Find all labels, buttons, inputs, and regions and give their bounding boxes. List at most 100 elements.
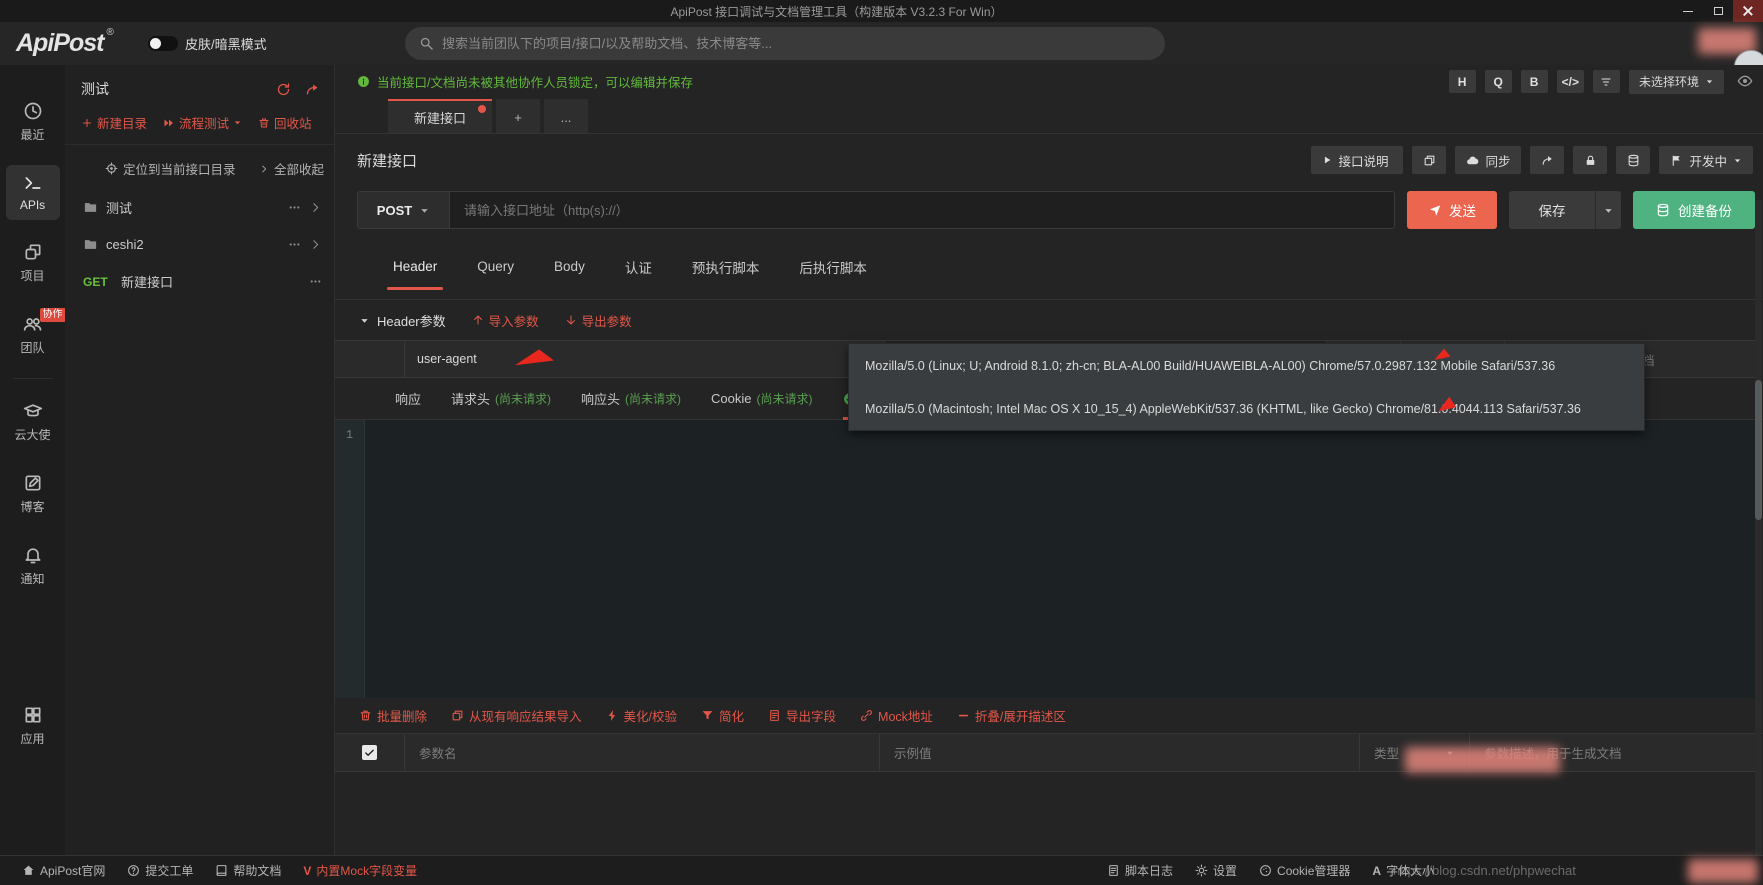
create-backup-button[interactable]: 创建备份	[1633, 191, 1755, 229]
funnel-icon	[701, 709, 714, 722]
maximize-button[interactable]	[1703, 0, 1733, 22]
save-caret-button[interactable]	[1595, 191, 1621, 229]
mock-url-button[interactable]: Mock地址	[860, 706, 933, 725]
lock-button[interactable]	[1573, 146, 1607, 174]
tab-auth[interactable]: 认证	[623, 233, 654, 301]
main-scrollbar-track[interactable]	[1755, 200, 1762, 855]
toggle-icon	[148, 36, 178, 51]
code-button[interactable]: </>	[1557, 70, 1584, 93]
sidebar-item-team[interactable]: 协作 团队	[6, 306, 60, 364]
col-example-value[interactable]: 示例值	[880, 734, 1360, 771]
mock-variables-link[interactable]: V 内置Mock字段变量	[303, 862, 417, 879]
sidebar-item-apps[interactable]: 应用	[6, 697, 60, 755]
minimize-button[interactable]	[1673, 0, 1703, 22]
clock-icon	[23, 101, 43, 121]
batch-delete-button[interactable]: 批量删除	[359, 706, 427, 725]
url-input[interactable]	[450, 192, 1394, 228]
sidebar-item-ambassador[interactable]: 云大使	[6, 393, 60, 451]
new-directory-button[interactable]: 新建目录	[81, 113, 147, 132]
sidebar-item-recent[interactable]: 最近	[6, 93, 60, 151]
response-editor[interactable]: 1	[335, 420, 1755, 698]
apps-grid-icon	[23, 705, 43, 725]
import-params-button[interactable]: 导入参数	[472, 311, 539, 330]
close-button[interactable]	[1733, 0, 1763, 22]
refresh-icon[interactable]	[276, 82, 291, 97]
locate-current-link[interactable]: 定位到当前接口目录	[123, 159, 236, 178]
copy-button[interactable]	[1412, 146, 1446, 174]
share-icon[interactable]	[305, 82, 320, 97]
tab-post-script[interactable]: 后执行脚本	[797, 233, 869, 301]
submit-ticket-link[interactable]: 提交工单	[127, 862, 193, 879]
chevron-right-icon[interactable]	[309, 201, 322, 214]
script-log-link[interactable]: 脚本日志	[1107, 862, 1173, 879]
cookie-icon	[1259, 864, 1272, 877]
export-params-button[interactable]: 导出参数	[565, 311, 632, 330]
select-all-checkbox[interactable]	[362, 745, 377, 760]
folder-row-test[interactable]: 测试	[65, 188, 334, 227]
tab-cookie[interactable]: Cookie (尚未请求)	[711, 378, 812, 419]
recycle-bin-button[interactable]: 回收站	[258, 113, 312, 132]
sidebar-item-blog[interactable]: 博客	[6, 465, 60, 523]
backup-list-button[interactable]	[1616, 146, 1650, 174]
question-icon	[127, 864, 140, 877]
sidebar-item-apis[interactable]: APIs	[6, 165, 60, 220]
body-button[interactable]: B	[1521, 70, 1548, 93]
bolt-icon	[606, 709, 619, 722]
query-button[interactable]: Q	[1485, 70, 1512, 93]
doc-tab-active[interactable]: 新建接口	[388, 99, 492, 133]
environment-select[interactable]: 未选择环境	[1629, 70, 1724, 94]
doc-tab-more[interactable]: ...	[544, 99, 588, 133]
statusbar: ApiPost官网 提交工单 帮助文档 V 内置Mock字段变量 脚本日志 设置	[0, 855, 1763, 885]
api-row-new-api[interactable]: GET 新建接口	[65, 262, 334, 301]
export-fields-button[interactable]: 导出字段	[768, 706, 836, 725]
history-button[interactable]: H	[1449, 70, 1476, 93]
tab-request-headers[interactable]: 请求头 (尚未请求)	[451, 377, 551, 420]
tab-response-headers[interactable]: 响应头 (尚未请求)	[581, 377, 681, 420]
col-param-name[interactable]: 参数名	[405, 734, 880, 771]
theme-toggle[interactable]: 皮肤/暗黑模式	[148, 34, 267, 53]
flow-test-button[interactable]: 流程测试	[163, 113, 242, 132]
method-select[interactable]: POST	[358, 192, 450, 228]
tab-query[interactable]: Query	[475, 235, 516, 298]
help-docs-link[interactable]: 帮助文档	[215, 862, 281, 879]
cookie-manager-link[interactable]: Cookie管理器	[1259, 862, 1350, 879]
annotation-arrow-user-agent	[512, 340, 662, 368]
tab-header[interactable]: Header	[391, 235, 439, 298]
gear-icon	[1195, 864, 1208, 877]
api-description-button[interactable]: 接口说明	[1311, 146, 1403, 174]
dev-status-select[interactable]: 开发中	[1659, 146, 1753, 174]
import-from-response-button[interactable]: 从现有响应结果导入	[451, 706, 582, 725]
suggestion-option-1[interactable]: Mozilla/5.0 (Linux; U; Android 8.1.0; zh…	[849, 344, 1644, 387]
preview-eye-button[interactable]	[1737, 73, 1753, 91]
more-icon[interactable]	[288, 238, 301, 251]
filter-button[interactable]	[1593, 70, 1620, 93]
sidebar-item-notifications[interactable]: 通知	[6, 537, 60, 595]
settings-link[interactable]: 设置	[1195, 862, 1237, 879]
tab-body[interactable]: Body	[552, 235, 587, 298]
official-site-link[interactable]: ApiPost官网	[22, 862, 105, 879]
param-checkbox-cell[interactable]	[335, 341, 405, 377]
tab-response[interactable]: 响应	[395, 377, 421, 420]
chevron-right-icon[interactable]	[309, 238, 322, 251]
more-icon[interactable]	[309, 275, 322, 288]
tab-pre-script[interactable]: 预执行脚本	[690, 233, 762, 301]
send-button[interactable]: 发送	[1407, 191, 1497, 229]
simplify-button[interactable]: 简化	[701, 706, 744, 725]
api-title: 新建接口	[357, 150, 417, 171]
main-scrollbar-thumb[interactable]	[1755, 380, 1762, 520]
header-params-toggle[interactable]: Header参数	[359, 311, 446, 330]
more-icon[interactable]	[288, 201, 301, 214]
play-icon	[1322, 155, 1332, 165]
beautify-validate-button[interactable]: 美化/校验	[606, 706, 677, 725]
collapse-desc-button[interactable]: 折叠/展开描述区	[957, 706, 1066, 725]
folder-row-ceshi2[interactable]: ceshi2	[65, 227, 334, 262]
search-input[interactable]	[442, 36, 1151, 51]
doc-tab-add[interactable]: +	[496, 99, 540, 133]
share-button[interactable]	[1530, 146, 1564, 174]
sidebar-item-projects[interactable]: 项目	[6, 234, 60, 292]
editor-body[interactable]	[365, 420, 1755, 698]
sync-button[interactable]: 同步	[1455, 146, 1521, 174]
collapse-all-link[interactable]: 全部收起	[274, 159, 324, 178]
suggestion-option-2[interactable]: Mozilla/5.0 (Macintosh; Intel Mac OS X 1…	[849, 387, 1644, 430]
save-button[interactable]: 保存	[1509, 191, 1595, 229]
